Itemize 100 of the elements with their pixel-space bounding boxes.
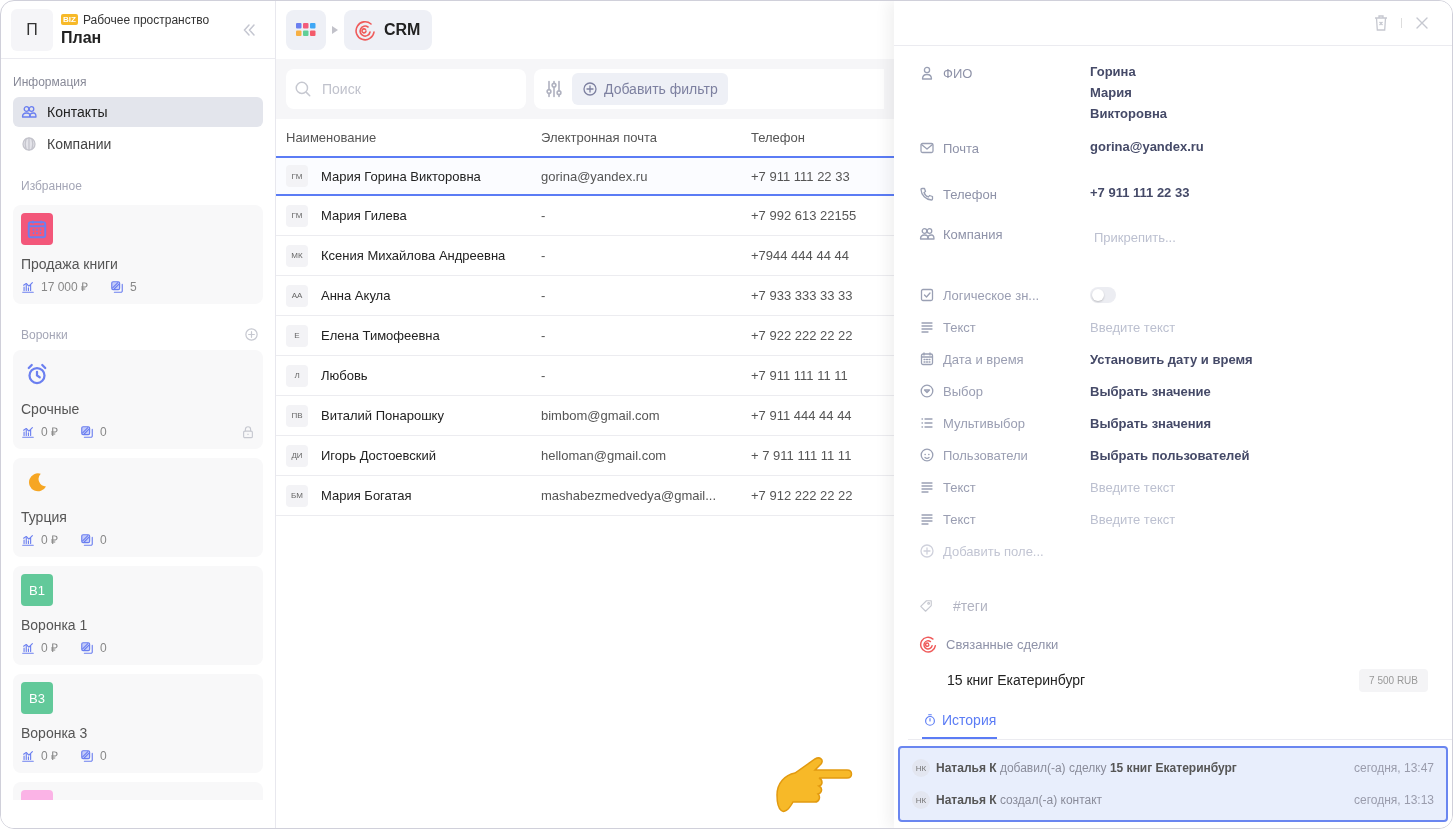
table-cell: +7 933 333 33 33 bbox=[751, 288, 853, 303]
table-row[interactable]: ПВ Виталий Понарошку bimbom@gmail.com +7 911 444 44 44 bbox=[276, 396, 894, 436]
table-row[interactable]: ГМ Мария Горина Викторовна gorina@yandex.ru +7 911 111 22 33 bbox=[276, 156, 894, 196]
sidebar-item[interactable]: Контакты bbox=[13, 97, 263, 127]
card-title: Продажа книги bbox=[21, 256, 119, 272]
chart-icon bbox=[21, 279, 35, 294]
close-button[interactable] bbox=[1414, 15, 1430, 31]
field-label: Логическое зн... bbox=[943, 287, 1040, 303]
field-label: Мультивыбор bbox=[943, 415, 1025, 431]
search-icon bbox=[294, 80, 312, 98]
column-header[interactable]: Телефон bbox=[751, 130, 805, 145]
initials-avatar: БМ bbox=[286, 484, 308, 507]
chart-icon bbox=[21, 532, 35, 547]
table-cell: Мария Богатая bbox=[321, 488, 412, 503]
crm-logo-icon bbox=[919, 635, 937, 653]
table-cell: Анна Акула bbox=[321, 288, 391, 303]
sliders-icon bbox=[544, 79, 564, 99]
table-cell: - bbox=[541, 208, 546, 223]
calendar-icon bbox=[21, 213, 53, 245]
field-value[interactable]: Выбрать значение bbox=[1090, 383, 1211, 399]
deal-name[interactable]: 15 книг Екатеринбург bbox=[947, 672, 1086, 688]
field-value[interactable]: Установить дату и время bbox=[1090, 351, 1253, 367]
funnel-card[interactable]: Срочные 0 ₽ 0 bbox=[13, 350, 263, 449]
field-value[interactable]: Выбрать значения bbox=[1090, 415, 1212, 431]
count-text: 5 bbox=[130, 279, 137, 294]
workspace-name: План bbox=[61, 28, 103, 47]
table-row[interactable]: Е Елена Тимофеевна - +7 922 222 22 22 bbox=[276, 316, 894, 356]
table-row[interactable]: ГМ Мария Гилева - +7 992 613 22155 bbox=[276, 196, 894, 236]
table-row[interactable]: МК Ксения Михайлова Андреевна - +7944 444 44 44 bbox=[276, 236, 894, 276]
section-title: Избранное bbox=[20, 178, 83, 195]
column-header[interactable]: Наименование bbox=[286, 130, 377, 145]
stack-icon bbox=[110, 279, 125, 294]
people-icon bbox=[919, 226, 935, 242]
table-cell: - bbox=[541, 248, 546, 263]
funnel-card[interactable]: Продажа книги 17 000 ₽ 5 bbox=[13, 205, 263, 304]
crm-logo-icon bbox=[354, 19, 376, 41]
table-cell: bimbom@gmail.com bbox=[541, 408, 660, 423]
lines-icon bbox=[919, 319, 935, 335]
deal-amount: 7 500 RUB bbox=[1359, 668, 1428, 692]
stack-icon bbox=[80, 424, 94, 439]
lines-icon bbox=[919, 479, 935, 495]
amount-text: 17 000 ₽ bbox=[41, 279, 89, 295]
field-value: Горина bbox=[1090, 64, 1137, 79]
initials-avatar: НК bbox=[912, 759, 930, 777]
search-field[interactable]: Поиск bbox=[286, 69, 526, 109]
field-value[interactable]: Выбрать пользователей bbox=[1090, 447, 1250, 463]
workspace-avatar[interactable]: П bbox=[11, 8, 53, 51]
stopwatch-icon bbox=[923, 713, 937, 727]
toggle-switch[interactable] bbox=[1090, 287, 1116, 303]
field-label: Текст bbox=[943, 511, 976, 527]
add-icon bbox=[582, 81, 598, 97]
table-cell: Мария Гилева bbox=[321, 208, 407, 223]
initials-avatar: АА bbox=[286, 284, 308, 307]
funnel-card[interactable]: B3 Воронка 3 0 ₽ 0 bbox=[13, 674, 263, 773]
field-value: gorina@yandex.ru bbox=[1090, 139, 1204, 154]
collapse-button[interactable] bbox=[241, 21, 257, 38]
funnel-card[interactable]: Турция 0 ₽ 0 bbox=[13, 458, 263, 557]
card-title: Воронка 1 bbox=[21, 617, 89, 633]
initials-avatar: ПВ bbox=[286, 404, 308, 427]
count-text: 0 bbox=[100, 424, 107, 439]
table-cell: Виталий Понарошку bbox=[321, 408, 444, 423]
table-row[interactable]: АА Анна Акула - +7 933 333 33 33 bbox=[276, 276, 894, 316]
table-cell: mashabezmedvedya@gmail... bbox=[541, 488, 717, 503]
funnel-badge: B3 bbox=[21, 682, 53, 714]
history-time: сегодня, 13:13 bbox=[1353, 793, 1434, 807]
people-icon bbox=[21, 104, 37, 120]
initials-avatar: Е bbox=[286, 324, 308, 347]
table-cell: +7944 444 44 44 bbox=[751, 248, 849, 263]
envelope-icon bbox=[919, 140, 935, 156]
table-row[interactable]: ДИ Игорь Достоевский helloman@gmail.com + 7 911 111 11 11 bbox=[276, 436, 894, 476]
field-value: +7 911 111 22 33 bbox=[1090, 185, 1190, 200]
amount-text: 0 ₽ bbox=[41, 640, 58, 656]
table-cell: Елена Тимофеевна bbox=[321, 328, 440, 343]
funnel-badge: B1 bbox=[21, 574, 53, 606]
initials-avatar: ДИ bbox=[286, 444, 308, 467]
table-cell: - bbox=[541, 328, 546, 343]
count-text: 0 bbox=[100, 640, 107, 655]
search-input[interactable]: Поиск bbox=[322, 69, 518, 109]
breadcrumb-app[interactable]: CRM bbox=[344, 10, 433, 50]
table-cell: + 7 911 111 11 11 bbox=[751, 448, 852, 463]
table-row[interactable]: БМ Мария Богатая mashabezmedvedya@gmail... +7 912 222 22 22 bbox=[276, 476, 894, 516]
app-grid-icon bbox=[296, 23, 316, 37]
card-title: Турция bbox=[21, 509, 68, 525]
globe-icon bbox=[21, 136, 37, 152]
table-row[interactable]: Л Любовь - +7 911 111 11 11 bbox=[276, 356, 894, 396]
field-label: Пользователи bbox=[943, 447, 1028, 463]
breadcrumb-caret-icon bbox=[332, 26, 338, 34]
app-grid-button[interactable] bbox=[286, 10, 326, 50]
funnel-card[interactable]: B1 Воронка 1 0 ₽ 0 bbox=[13, 566, 263, 665]
field-value: Мария bbox=[1090, 85, 1133, 100]
table-cell: - bbox=[541, 288, 546, 303]
field-label: Компания bbox=[943, 226, 1003, 242]
column-header[interactable]: Электронная почта bbox=[541, 130, 657, 145]
sidebar-item[interactable]: Компании bbox=[13, 129, 263, 159]
initials-avatar: НК bbox=[912, 791, 930, 809]
field-label: Текст bbox=[943, 319, 976, 335]
table-cell: Мария Горина Викторовна bbox=[321, 168, 481, 184]
amount-text: 0 ₽ bbox=[41, 424, 58, 440]
delete-button[interactable] bbox=[1373, 14, 1389, 32]
tab[interactable]: История bbox=[922, 703, 998, 739]
